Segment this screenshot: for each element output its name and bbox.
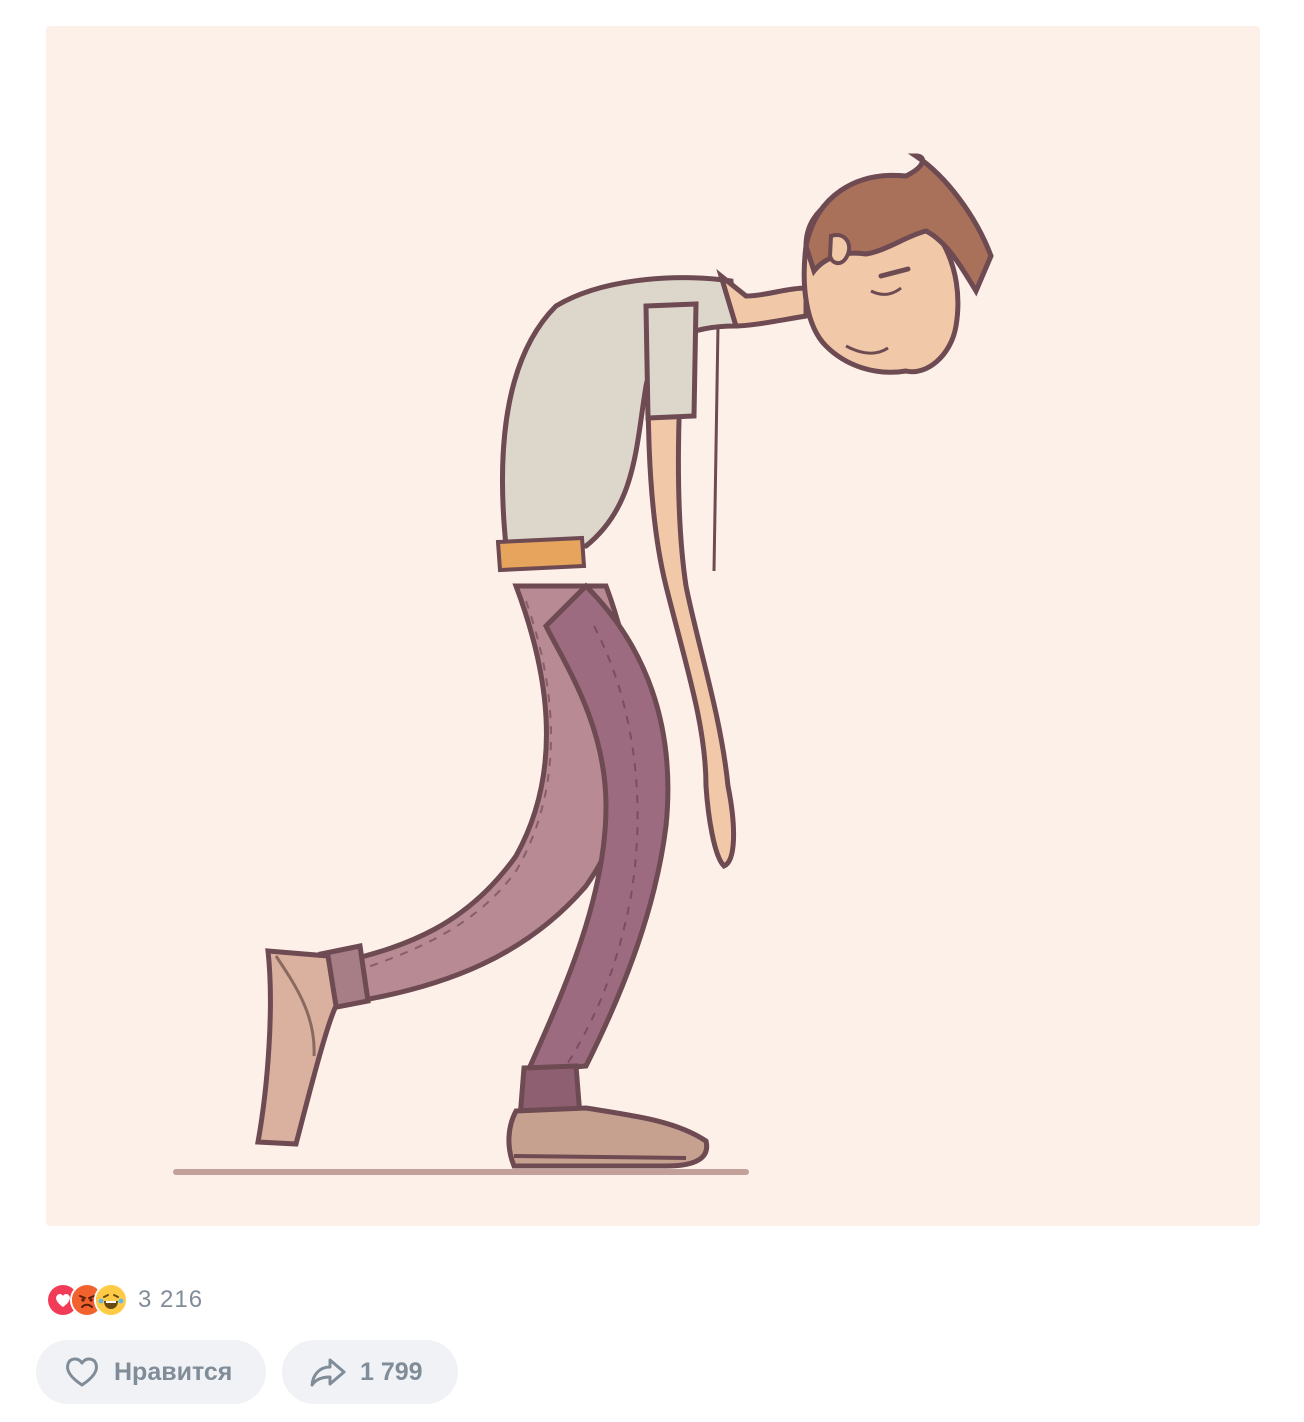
share-count: 1 799 xyxy=(360,1357,423,1386)
like-button[interactable]: Нравится xyxy=(36,1340,266,1404)
belt xyxy=(495,535,587,573)
share-arrow-icon xyxy=(310,1358,346,1387)
shirt xyxy=(500,275,739,549)
heart-outline-icon xyxy=(66,1357,98,1387)
post: 3 216 Нравится 1 799 xyxy=(0,0,1304,1422)
walking-man-illustration xyxy=(173,153,994,1175)
back-shoe xyxy=(255,948,339,1147)
post-actions: Нравится 1 799 xyxy=(36,1340,458,1404)
sleeve xyxy=(643,301,699,421)
like-button-label: Нравится xyxy=(114,1357,233,1386)
laughing-reaction-icon xyxy=(94,1283,128,1317)
reactions-count: 3 216 xyxy=(138,1286,204,1313)
reactions-summary[interactable]: 3 216 xyxy=(46,1283,203,1317)
post-media[interactable] xyxy=(46,26,1260,1226)
share-button[interactable]: 1 799 xyxy=(282,1340,458,1404)
